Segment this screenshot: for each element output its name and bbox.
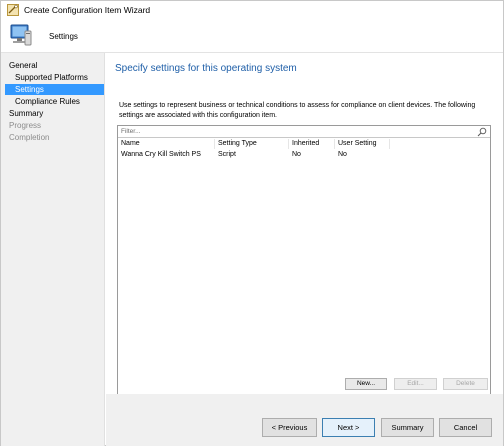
delete-setting-button[interactable]: Delete (443, 378, 488, 390)
column-header-user-setting[interactable]: User Setting (335, 139, 390, 149)
edit-setting-button[interactable]: Edit... (394, 378, 437, 390)
cancel-button[interactable]: Cancel (439, 418, 492, 437)
previous-button[interactable]: < Previous (262, 418, 317, 437)
wizard-app-icon (7, 4, 19, 16)
banner-page-label: Settings (49, 32, 78, 41)
row-0-setting-type[interactable]: Script (215, 150, 289, 160)
page-heading: Specify settings for this operating syst… (115, 63, 297, 74)
search-icon[interactable] (477, 127, 487, 137)
filter-bar[interactable]: Filter... (118, 126, 490, 138)
wizard-window: Create Configuration Item Wizard Setting… (0, 0, 504, 446)
nav-item-summary[interactable]: Summary (9, 108, 103, 119)
window-title: Create Configuration Item Wizard (24, 5, 151, 15)
column-header-name[interactable]: Name (118, 139, 215, 149)
row-0-user-setting[interactable]: No (335, 150, 390, 160)
nav-item-progress: Progress (9, 121, 42, 130)
row-0-name[interactable]: Wanna Cry Kill Switch PS (118, 150, 215, 160)
column-header-inherited[interactable]: Inherited (289, 139, 335, 149)
wizard-nav: General Supported Platforms Settings Com… (1, 53, 105, 446)
next-button[interactable]: Next > (322, 418, 375, 437)
column-header-setting-type[interactable]: Setting Type (215, 139, 289, 149)
nav-item-compliance-rules[interactable]: Compliance Rules (15, 96, 103, 107)
new-setting-button[interactable]: New... (345, 378, 387, 390)
nav-item-supported-platforms[interactable]: Supported Platforms (15, 72, 103, 83)
wizard-footer: < Previous Next > Summary Cancel (106, 394, 503, 446)
wizard-banner: Settings (1, 19, 503, 53)
row-0-inherited[interactable]: No (289, 150, 335, 160)
computer-icon (10, 24, 32, 46)
nav-item-general[interactable]: General (9, 60, 103, 71)
main-content: Specify settings for this operating syst… (106, 53, 503, 427)
title-bar: Create Configuration Item Wizard (1, 1, 503, 19)
nav-item-completion: Completion (9, 133, 50, 142)
filter-input[interactable]: Filter... (121, 128, 141, 135)
summary-button[interactable]: Summary (381, 418, 434, 437)
nav-item-settings[interactable]: Settings (5, 84, 104, 95)
page-description: Use settings to represent business or te… (119, 102, 476, 119)
